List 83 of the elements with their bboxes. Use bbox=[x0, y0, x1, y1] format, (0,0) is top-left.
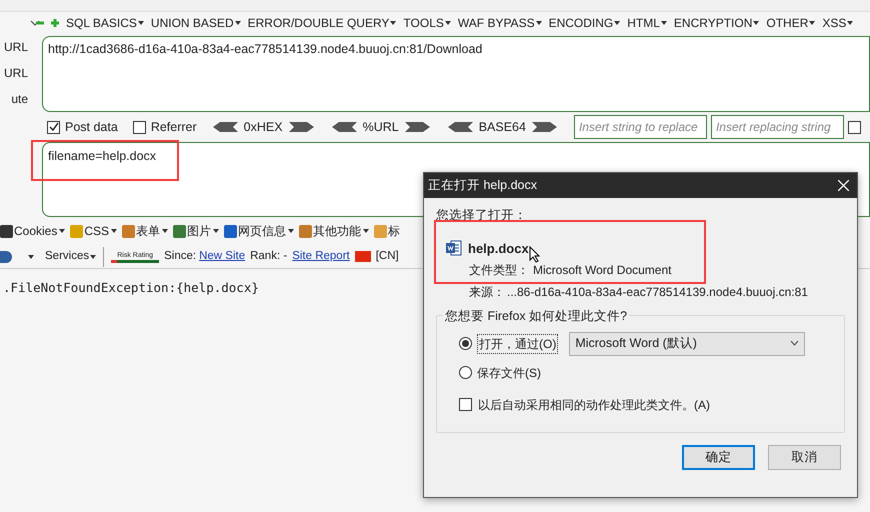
dialog-button[interactable]: 确定 bbox=[682, 444, 755, 470]
country-code: [CN] bbox=[376, 248, 399, 264]
radio-label: 打开，通过(O) bbox=[477, 334, 558, 354]
checkbox[interactable] bbox=[132, 120, 146, 134]
type-label: 文件类型： bbox=[469, 262, 529, 279]
source-value: ...86-d16a-410a-83a4-eac778514139.node4.buuoj.cn:81 bbox=[507, 284, 809, 301]
dropdown-chevron-icon[interactable] bbox=[30, 20, 40, 26]
since-label: Since: bbox=[164, 248, 196, 264]
radio-button[interactable] bbox=[459, 366, 472, 380]
side-label[interactable]: ute bbox=[0, 86, 42, 112]
caret-icon bbox=[847, 21, 854, 25]
toolbar-menu[interactable]: WAF BYPASS bbox=[458, 14, 542, 32]
left-chevron-icon[interactable] bbox=[446, 121, 473, 133]
caret-icon bbox=[614, 21, 620, 25]
caret-icon bbox=[660, 21, 667, 25]
toolbar-menu[interactable]: OTHER bbox=[766, 14, 816, 32]
replace-field[interactable]: Insert replacing string bbox=[710, 115, 844, 139]
chevron-down-icon bbox=[790, 341, 800, 346]
url-field[interactable]: http://1cad3686-d16a-410a-83a4-eac778514139.node4.buuoj.cn:81/Download bbox=[42, 36, 870, 112]
caret-icon bbox=[213, 229, 220, 233]
flag-icon bbox=[354, 251, 371, 262]
encoder-button[interactable]: BASE64 bbox=[478, 118, 526, 136]
caret-icon bbox=[753, 21, 760, 25]
toolbar-menu[interactable]: ENCRYPTION bbox=[674, 14, 760, 32]
caret-icon bbox=[288, 229, 294, 233]
close-icon[interactable] bbox=[838, 180, 849, 191]
encoder-button[interactable]: 0xHEX bbox=[244, 118, 283, 136]
caret-icon bbox=[90, 254, 96, 258]
toolbar-menu[interactable]: XSS bbox=[822, 14, 854, 32]
toolbar-menu[interactable]: ERROR/DOUBLE QUERY bbox=[248, 14, 396, 32]
devtools-menu[interactable]: 其他功能 bbox=[299, 222, 370, 240]
caret-icon bbox=[162, 229, 168, 233]
plus-icon[interactable] bbox=[51, 19, 59, 27]
caret-icon bbox=[59, 229, 66, 233]
dialog-title: 正在打开 help.docx bbox=[428, 177, 537, 194]
caret-icon bbox=[444, 21, 451, 25]
word-document-icon bbox=[446, 240, 462, 256]
caret-icon bbox=[536, 21, 542, 25]
dialog-button[interactable]: 取消 bbox=[768, 444, 841, 470]
caret-icon bbox=[111, 229, 118, 233]
type-value: Microsoft Word Document bbox=[533, 262, 672, 279]
left-chevron-icon[interactable] bbox=[330, 121, 357, 133]
right-chevron-icon[interactable] bbox=[532, 121, 558, 133]
toolbar-menu[interactable]: UNION BASED bbox=[150, 14, 241, 32]
devtools-menu[interactable]: 表单 bbox=[122, 222, 168, 240]
devtools-menu[interactable]: 标 bbox=[374, 222, 400, 240]
caret-icon bbox=[809, 21, 816, 25]
radio-label: 保存文件(S) bbox=[477, 364, 541, 382]
encoder-button[interactable]: %URL bbox=[362, 118, 399, 136]
right-chevron-icon[interactable] bbox=[288, 121, 315, 133]
side-label[interactable]: URL bbox=[0, 34, 42, 60]
caret-icon bbox=[138, 21, 144, 25]
caret-icon bbox=[234, 21, 241, 25]
devtools-menu[interactable]: CSS bbox=[70, 222, 118, 240]
devtools-menu[interactable]: Cookies bbox=[0, 222, 66, 240]
caret-icon bbox=[363, 229, 370, 233]
app-select[interactable]: Microsoft Word (默认) bbox=[569, 332, 806, 356]
caret-icon bbox=[390, 21, 396, 25]
toolbar-menu[interactable]: TOOLS bbox=[403, 14, 451, 32]
toolbar-menu[interactable]: ENCODING bbox=[548, 14, 620, 32]
left-chevron-icon[interactable] bbox=[212, 121, 238, 133]
checkbox[interactable] bbox=[848, 120, 861, 134]
devtools-menu[interactable]: 网页信息 bbox=[224, 222, 294, 240]
radio-button[interactable] bbox=[459, 337, 472, 350]
checkbox-label: 以后自动采用相同的动作处理此类文件。(A) bbox=[478, 396, 710, 414]
error-text: .FileNotFoundException:{help.docx} bbox=[3, 279, 259, 297]
right-chevron-icon[interactable] bbox=[404, 121, 431, 133]
site-report-link[interactable]: Site Report bbox=[292, 248, 350, 266]
mouse-cursor-icon bbox=[528, 246, 541, 263]
caret-icon bbox=[28, 254, 34, 258]
checkbox[interactable] bbox=[47, 120, 60, 134]
option-label: Post data bbox=[65, 118, 118, 136]
option-label: Referrer bbox=[150, 118, 197, 136]
devtools-menu[interactable]: 图片 bbox=[173, 222, 220, 240]
rank-label: Rank: - bbox=[250, 248, 288, 264]
toolbar-menu[interactable]: HTML bbox=[627, 14, 667, 32]
side-label[interactable]: URL bbox=[0, 60, 42, 86]
replace-field[interactable]: Insert string to replace bbox=[574, 115, 707, 139]
toolbar-menu[interactable]: SQL BASICS bbox=[66, 14, 144, 32]
file-name: help.docx bbox=[468, 240, 529, 258]
new-site-link[interactable]: New Site bbox=[199, 248, 246, 266]
services-menu[interactable]: Services bbox=[45, 248, 96, 266]
checkbox[interactable] bbox=[459, 398, 472, 412]
